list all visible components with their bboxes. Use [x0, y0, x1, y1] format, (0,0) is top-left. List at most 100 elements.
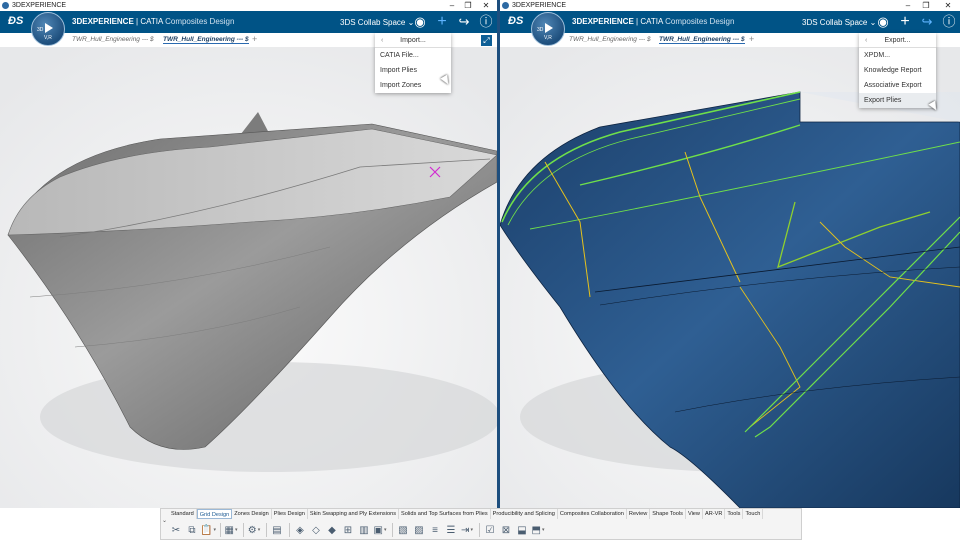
tab-ar-vr[interactable]: AR-VR: [703, 509, 726, 519]
copy-icon[interactable]: ⧉: [185, 523, 199, 537]
window-titlebar: 3DEXPERIENCE – ❐ ✕: [500, 0, 960, 11]
paste-icon[interactable]: 📋 ▾: [200, 523, 216, 537]
collab-space-selector[interactable]: 3DS Collab Space ⌄: [340, 18, 414, 27]
play-icon: [545, 23, 553, 33]
hull-model-right: [500, 47, 960, 508]
restore-icon[interactable]: ❐: [918, 0, 934, 11]
cut-icon[interactable]: ✂: [169, 523, 183, 537]
plus-icon[interactable]: +: [434, 14, 450, 30]
ds-logo: ƉS: [8, 15, 24, 27]
tab-plies-design[interactable]: Plies Design: [272, 509, 308, 519]
menu-header: ‹ Import...: [375, 33, 451, 48]
help-icon[interactable]: ⓘ: [941, 14, 957, 30]
compass-widget[interactable]: 3D V,R: [31, 12, 65, 46]
window-titlebar: 3DEXPERIENCE – ❐ ✕: [0, 0, 497, 11]
tab-view[interactable]: View: [686, 509, 703, 519]
3d-viewport[interactable]: [500, 47, 960, 508]
user-icon[interactable]: ◉: [412, 14, 428, 30]
tab-shape-tools[interactable]: Shape Tools: [650, 509, 686, 519]
tab-document[interactable]: TWR_Hull_Engineering --- $: [72, 36, 154, 43]
menu-item-xpdm[interactable]: XPDM...: [859, 48, 936, 63]
collapse-action-bar-icon[interactable]: ⌄: [161, 517, 168, 533]
close-icon[interactable]: ✕: [940, 0, 956, 11]
app-icon: [2, 2, 9, 9]
fit-all-icon[interactable]: ⤢: [481, 35, 492, 46]
surface-grid-icon[interactable]: ◈: [293, 523, 307, 537]
window-title: 3DEXPERIENCE: [12, 2, 67, 9]
tab-touch[interactable]: Touch: [743, 509, 764, 519]
rosette-icon[interactable]: ⊞: [341, 523, 355, 537]
panel-icon[interactable]: ▤: [270, 523, 284, 537]
tab-skin-swapping[interactable]: Skin Swapping and Ply Extensions: [308, 509, 399, 519]
ds-logo: ƉS: [508, 15, 524, 27]
plus-icon[interactable]: +: [897, 14, 913, 30]
tab-grid-design[interactable]: Grid Design: [196, 509, 233, 519]
import-menu: ‹ Import... CATIA File... Import Plies I…: [375, 33, 451, 93]
help-icon[interactable]: ⓘ: [478, 14, 494, 30]
restore-icon[interactable]: ❐: [460, 0, 476, 11]
tab-composites-collaboration[interactable]: Composites Collaboration: [558, 509, 627, 519]
add-tab-icon[interactable]: +: [252, 34, 257, 44]
flatten-icon[interactable]: ⬓: [515, 523, 529, 537]
toolbar-separator: [266, 523, 267, 537]
settings-icon[interactable]: ⚙ ▾: [247, 523, 261, 537]
tab-document-active[interactable]: TWR_Hull_Engineering --- $: [659, 36, 745, 44]
tab-review[interactable]: Review: [627, 509, 651, 519]
ply-icon[interactable]: ▨: [412, 523, 426, 537]
tab-document-active[interactable]: TWR_Hull_Engineering --- $: [163, 36, 249, 44]
action-bar-tools: ✂ ⧉ 📋 ▾ ▦ ▾ ⚙ ▾ ▤ ◈ ◇ ◆ ⊞ ▥ ▣ ▾ ▧ ▨ ≡ ☰ ⇥ ▾ ☑…: [169, 520, 547, 540]
tab-document[interactable]: TWR_Hull_Engineering --- $: [569, 36, 651, 43]
close-icon[interactable]: ✕: [478, 0, 494, 11]
toolbar-separator: [289, 523, 290, 537]
menu-header: ‹ Export...: [859, 33, 936, 48]
left-window: 3DEXPERIENCE – ❐ ✕ ƉS 3DEXPERIENCE | CAT…: [0, 0, 497, 508]
app-icon: [502, 2, 509, 9]
menu-item-knowledge-report[interactable]: Knowledge Report: [859, 63, 936, 78]
top-bar: ƉS 3DEXPERIENCE | CATIA Composites Desig…: [500, 11, 960, 33]
compass-widget[interactable]: 3D V,R: [531, 12, 565, 46]
action-bar: ⌄ Standard Grid Design Zones Design Plie…: [160, 508, 802, 540]
add-tab-icon[interactable]: +: [749, 34, 754, 44]
grid-table-icon[interactable]: ▦ ▾: [224, 523, 238, 537]
toolbar-separator: [243, 523, 244, 537]
menu-item-import-zones[interactable]: Import Zones: [375, 78, 451, 93]
menu-item-catia-file[interactable]: CATIA File...: [375, 48, 451, 63]
toolbar-separator: [479, 523, 480, 537]
3d-viewport[interactable]: [0, 47, 497, 508]
menu-item-import-plies[interactable]: Import Plies: [375, 63, 451, 78]
export-menu: ‹ Export... XPDM... Knowledge Report Ass…: [859, 33, 936, 108]
surface-grid-2-icon[interactable]: ◇: [309, 523, 323, 537]
transfer-icon[interactable]: ⇥ ▾: [460, 523, 474, 537]
tab-producibility[interactable]: Producibility and Splicing: [491, 509, 558, 519]
stack-icon[interactable]: ≡: [428, 523, 442, 537]
tab-standard[interactable]: Standard: [169, 509, 197, 519]
brand-title: 3DEXPERIENCE | CATIA Composites Design: [572, 17, 735, 26]
layers-icon[interactable]: ▥: [357, 523, 371, 537]
share-icon[interactable]: ↪: [456, 14, 472, 30]
play-icon: [45, 23, 53, 33]
action-bar-tabs: Standard Grid Design Zones Design Plies …: [169, 509, 764, 519]
top-bar: ƉS 3DEXPERIENCE | CATIA Composites Desig…: [0, 11, 497, 33]
menu-item-associative-export[interactable]: Associative Export: [859, 78, 936, 93]
collab-space-selector[interactable]: 3DS Collab Space ⌄: [802, 18, 876, 27]
window-title: 3DEXPERIENCE: [512, 2, 567, 9]
stack-2-icon[interactable]: ☰: [444, 523, 458, 537]
check-icon[interactable]: ☑: [483, 523, 497, 537]
menu-item-export-plies[interactable]: Export Plies: [859, 93, 936, 108]
tab-tools[interactable]: Tools: [725, 509, 744, 519]
minimize-icon[interactable]: –: [900, 0, 916, 11]
measure-icon[interactable]: ⬒ ▾: [531, 523, 545, 537]
analysis-icon[interactable]: ⊠: [499, 523, 513, 537]
tab-solids-top-surfaces[interactable]: Solids and Top Surfaces from Plies: [399, 509, 491, 519]
toolbar-separator: [220, 523, 221, 537]
share-icon[interactable]: ↪: [919, 14, 935, 30]
tab-zones-design[interactable]: Zones Design: [232, 509, 272, 519]
minimize-icon[interactable]: –: [444, 0, 460, 11]
right-window: 3DEXPERIENCE – ❐ ✕ ƉS 3DEXPERIENCE | CAT…: [500, 0, 960, 508]
toolbar-separator: [392, 523, 393, 537]
surface-grid-3-icon[interactable]: ◆: [325, 523, 339, 537]
hull-model-left: [0, 47, 497, 508]
frame-icon[interactable]: ▣ ▾: [373, 523, 387, 537]
ply-table-icon[interactable]: ▧: [396, 523, 410, 537]
user-icon[interactable]: ◉: [875, 14, 891, 30]
